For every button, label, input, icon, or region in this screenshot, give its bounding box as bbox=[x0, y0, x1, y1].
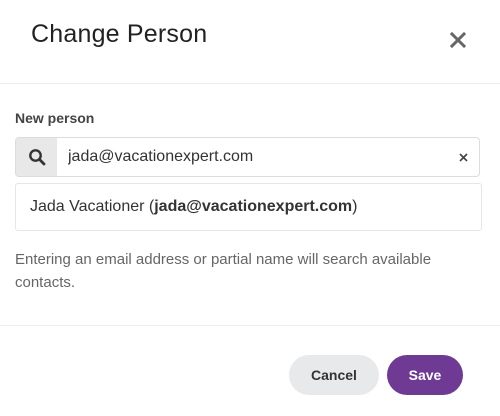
dialog-header: Change Person bbox=[0, 0, 500, 84]
change-person-dialog: Change Person New person Jada Vacationer… bbox=[0, 0, 500, 415]
close-icon bbox=[450, 32, 466, 48]
new-person-label: New person bbox=[15, 110, 95, 126]
dialog-title: Change Person bbox=[31, 20, 208, 48]
cancel-button[interactable]: Cancel bbox=[289, 355, 379, 395]
help-text: Entering an email address or partial nam… bbox=[15, 251, 432, 291]
person-search-input[interactable] bbox=[57, 138, 447, 176]
save-button[interactable]: Save bbox=[387, 355, 463, 395]
search-addon bbox=[16, 138, 57, 176]
clear-icon bbox=[458, 152, 468, 162]
clear-search-button[interactable] bbox=[447, 138, 479, 176]
result-paren-open: ( bbox=[144, 198, 155, 215]
close-button[interactable] bbox=[446, 28, 470, 52]
result-paren-close: ) bbox=[352, 198, 358, 215]
result-email: jada@vacationexpert.com bbox=[154, 198, 353, 215]
person-search-box bbox=[15, 137, 480, 177]
search-result-item[interactable]: Jada Vacationer (jada@vacationexpert.com… bbox=[15, 183, 482, 231]
result-name: Jada Vacationer bbox=[30, 198, 145, 215]
search-icon bbox=[28, 149, 45, 166]
